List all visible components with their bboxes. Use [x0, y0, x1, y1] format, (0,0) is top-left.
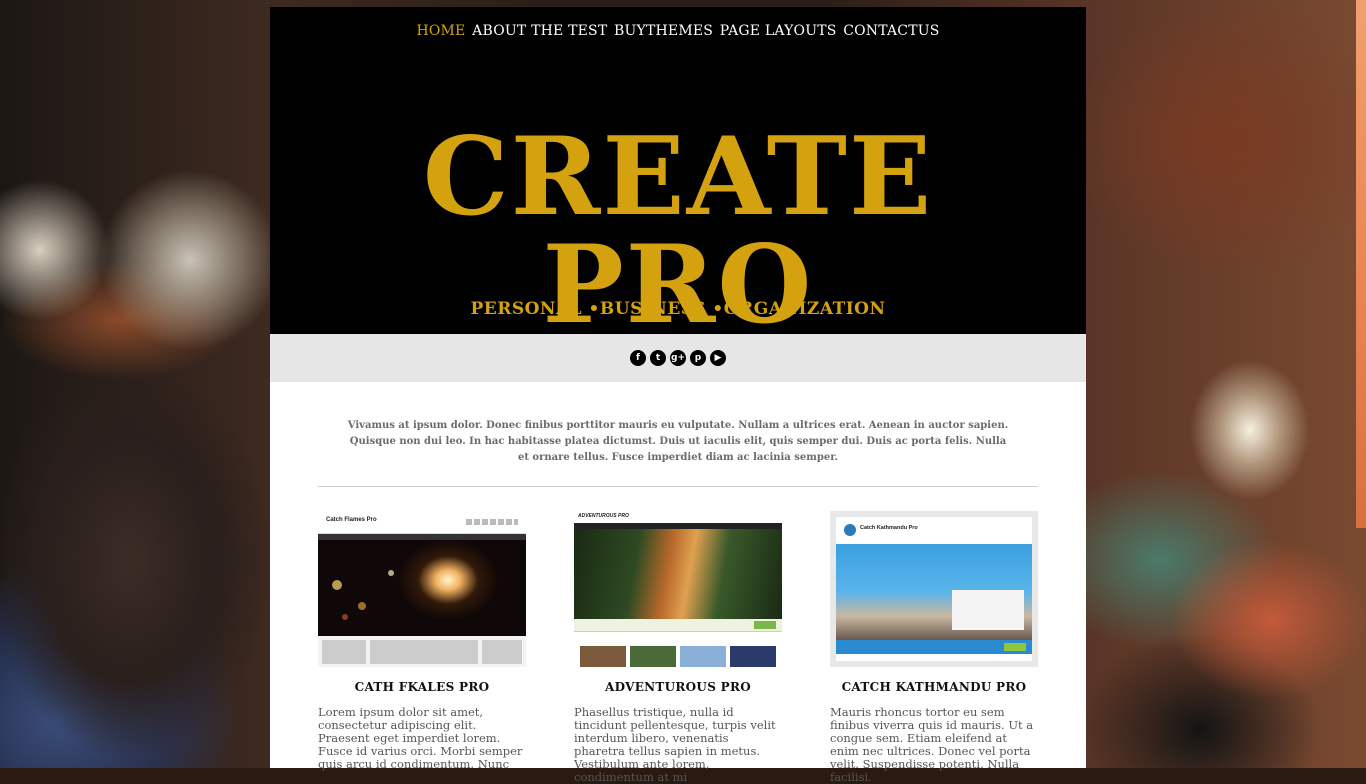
theme-card: ADVENTUROUS PRO ADVENTUROUS PRO Phasellu…: [574, 511, 782, 784]
thumbnail-label: ADVENTUROUS PRO: [578, 513, 629, 519]
nav-item-buythemes[interactable]: BUYTHEMES: [614, 23, 713, 39]
facebook-icon[interactable]: f: [630, 350, 646, 366]
theme-thumbnail[interactable]: Catch Flames Pro: [318, 511, 526, 667]
theme-card: Catch Kathmandu Pro CATCH KATHMANDU PRO …: [830, 511, 1038, 784]
thumbnail-label: Catch Flames Pro: [326, 517, 377, 523]
twitter-icon[interactable]: t: [650, 350, 666, 366]
pinterest-icon[interactable]: p: [690, 350, 706, 366]
card-title[interactable]: CATH FKALES PRO: [318, 680, 526, 694]
nav-item-about-the-test[interactable]: ABOUT THE TEST: [472, 23, 607, 39]
scrollbar-accent: [1356, 0, 1366, 528]
site-header: HOME ABOUT THE TEST BUYTHEMES PAGE LAYOU…: [270, 7, 1086, 339]
youtube-icon[interactable]: ▶: [710, 350, 726, 366]
thumbnail-label: Catch Kathmandu Pro: [860, 525, 918, 531]
card-text: Lorem ipsum dolor sit amet, consectetur …: [318, 705, 523, 771]
card-text: Mauris rhoncus tortor eu sem finibus viv…: [830, 705, 1034, 784]
theme-card: Catch Flames Pro CATH FKALES PRO Lorem i…: [318, 511, 526, 784]
theme-thumbnail[interactable]: Catch Kathmandu Pro: [830, 511, 1038, 667]
nav-item-contactus[interactable]: CONTACTUS: [843, 23, 939, 39]
intro-text: Vivamus at ipsum dolor. Donec finibus po…: [347, 420, 1009, 463]
card-text: Phasellus tristique, nulla id tincidunt …: [574, 705, 776, 784]
nav-item-home[interactable]: HOME: [416, 23, 465, 39]
site-tagline: PERSONAL •BUSINESS •ORGANIZATION: [470, 299, 886, 319]
card-title[interactable]: ADVENTUROUS PRO: [574, 680, 782, 694]
google-plus-icon[interactable]: g+: [670, 350, 686, 366]
theme-thumbnail[interactable]: ADVENTUROUS PRO: [574, 511, 782, 667]
divider: [318, 486, 1038, 487]
card-title[interactable]: CATCH KATHMANDU PRO: [830, 680, 1038, 694]
main-nav: HOME ABOUT THE TEST BUYTHEMES PAGE LAYOU…: [270, 23, 1086, 39]
nav-item-page-layouts[interactable]: PAGE LAYOUTS: [720, 23, 837, 39]
theme-cards: Catch Flames Pro CATH FKALES PRO Lorem i…: [318, 511, 1038, 784]
page-container: HOME ABOUT THE TEST BUYTHEMES PAGE LAYOU…: [270, 7, 1086, 784]
